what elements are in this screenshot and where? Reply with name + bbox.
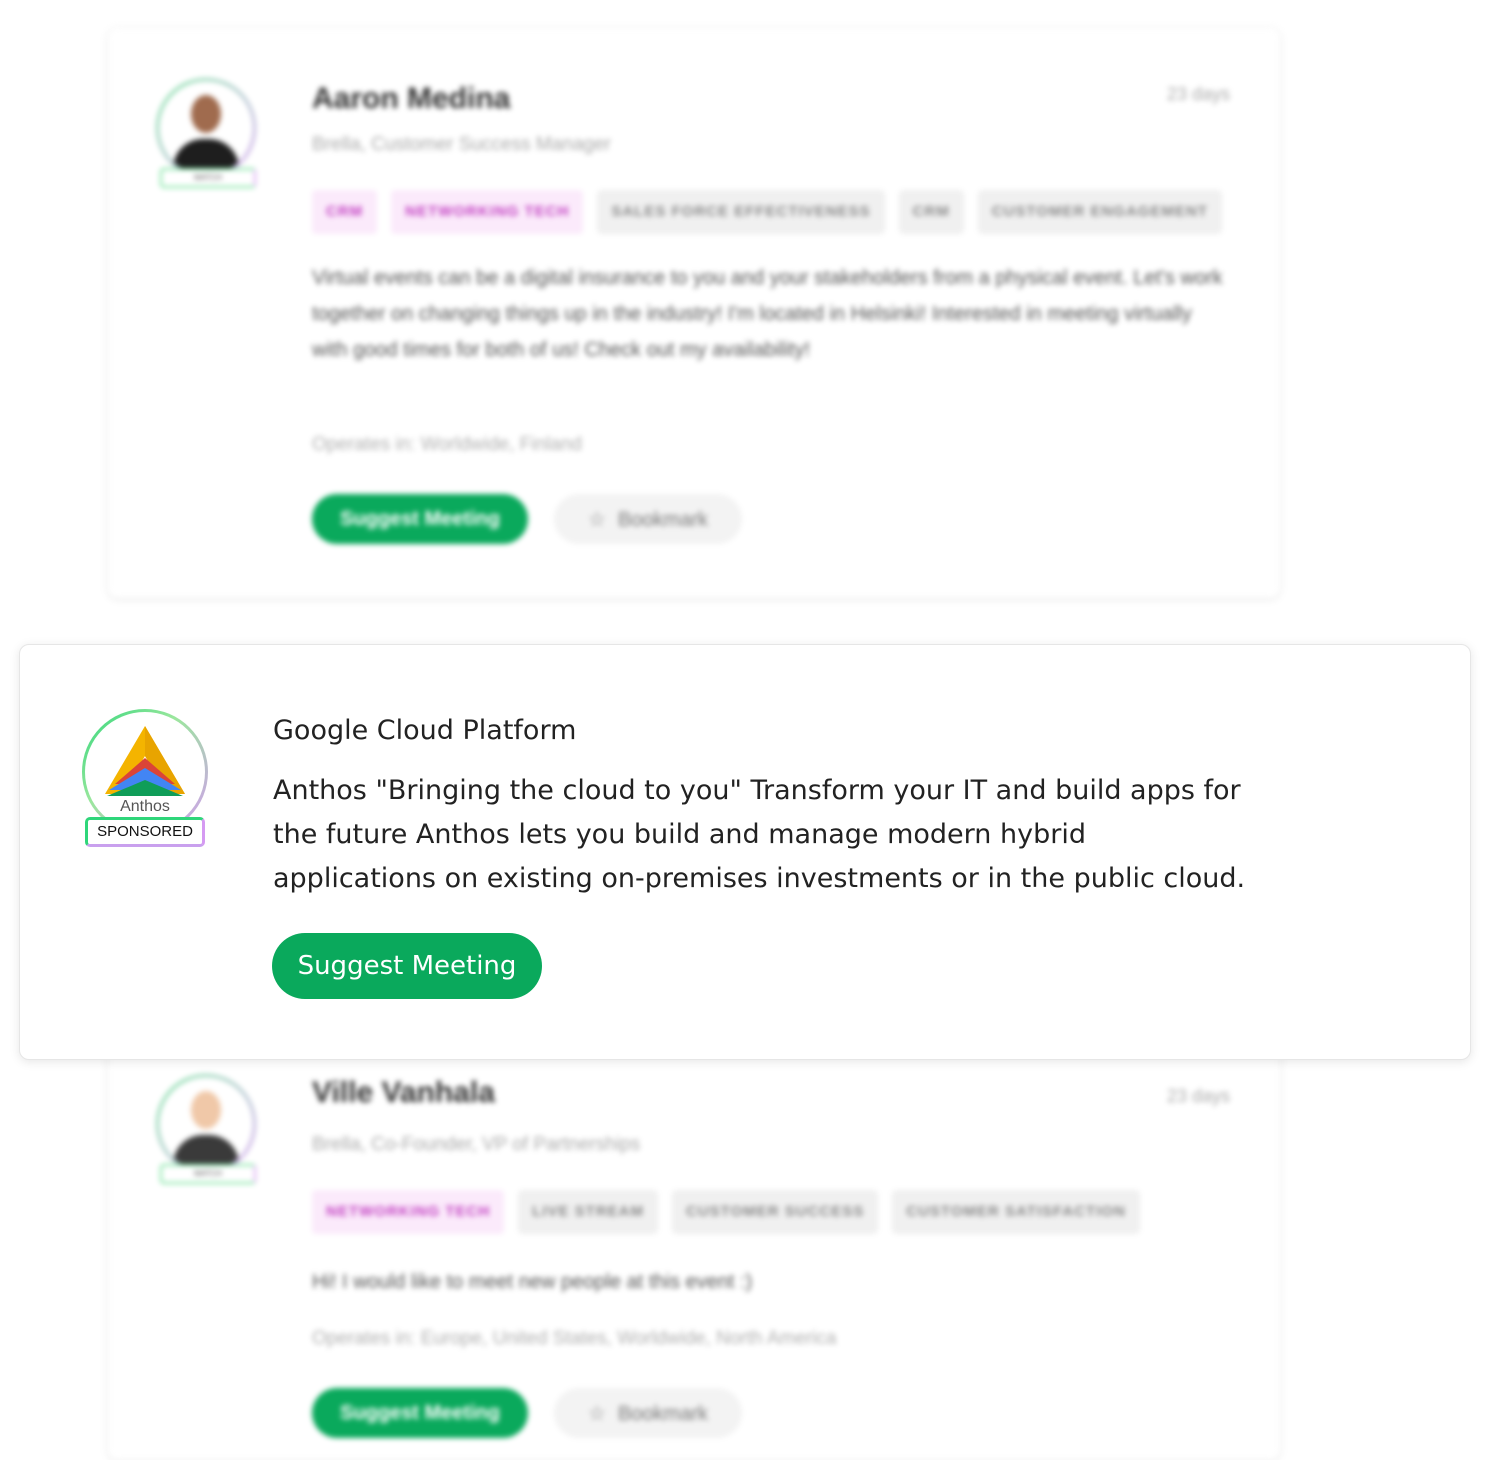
suggest-meeting-button[interactable]: Suggest Meeting: [272, 933, 542, 999]
profile-operates: Operates in: Europe, United States, Worl…: [312, 1328, 837, 1349]
sponsor-avatar[interactable]: Anthos SPONSORED: [82, 709, 208, 847]
profile-time: 23 days: [1166, 84, 1230, 104]
suggest-meeting-button[interactable]: Suggest Meeting: [312, 1388, 528, 1438]
tag: LIVE STREAM: [518, 1190, 659, 1234]
tag: CRM: [312, 190, 378, 234]
match-badge: MATCH: [160, 1164, 256, 1184]
avatar-ring: [156, 1074, 256, 1174]
avatar-photo: [159, 1077, 253, 1171]
profile-time: 23 days: [1166, 1086, 1230, 1106]
match-badge: MATCH: [160, 168, 256, 188]
avatar-photo: [159, 81, 253, 175]
sponsored-badge: SPONSORED: [85, 817, 205, 847]
tag: CUSTOMER ENGAGEMENT: [977, 190, 1222, 234]
profile-actions: Suggest Meeting ☆ Bookmark: [312, 1388, 742, 1438]
tag: NETWORKING TECH: [391, 190, 584, 234]
tag: NETWORKING TECH: [312, 1190, 505, 1234]
profile-actions: Suggest Meeting ☆ Bookmark: [312, 494, 742, 544]
avatar[interactable]: MATCH: [156, 78, 262, 194]
sponsored-card: Anthos SPONSORED Google Cloud Platform A…: [19, 644, 1471, 1060]
avatar[interactable]: MATCH: [156, 1074, 262, 1190]
sponsor-description: Anthos "Bringing the cloud to you" Trans…: [273, 775, 1246, 894]
bookmark-label: Bookmark: [617, 508, 708, 531]
tag: CUSTOMER SUCCESS: [672, 1190, 879, 1234]
profile-card: MATCH Ville Vanhala 23 days Brella, Co-F…: [108, 1020, 1280, 1460]
bookmark-label: Bookmark: [617, 1402, 708, 1425]
star-outline-icon: ☆: [588, 508, 606, 531]
sponsor-title[interactable]: Google Cloud Platform: [273, 715, 576, 746]
sponsor-logo-text: Anthos: [120, 798, 170, 815]
profile-operates: Operates in: Worldwide, Finland: [312, 434, 582, 455]
sponsor-logo-container: Anthos: [85, 712, 205, 832]
profile-bio: Virtual events can be a digital insuranc…: [312, 267, 1223, 361]
tag: CRM: [898, 190, 964, 234]
star-outline-icon: ☆: [588, 1402, 606, 1425]
suggest-meeting-button[interactable]: Suggest Meeting: [312, 494, 528, 544]
bookmark-button[interactable]: ☆ Bookmark: [554, 1388, 742, 1438]
tag: SALES FORCE EFFECTIVENESS: [597, 190, 885, 234]
tag: CUSTOMER SATISFACTION: [892, 1190, 1140, 1234]
profile-bio: Hi! I would like to meet new people at t…: [312, 1271, 753, 1293]
profile-role: Brella, Customer Success Manager: [312, 134, 611, 155]
profile-name[interactable]: Ville Vanhala: [312, 1076, 495, 1110]
bookmark-button[interactable]: ☆ Bookmark: [554, 494, 742, 544]
profile-role: Brella, Co-Founder, VP of Partnerships: [312, 1134, 641, 1155]
avatar-ring: [156, 78, 256, 178]
profile-card: MATCH Aaron Medina 23 days Brella, Custo…: [108, 28, 1280, 598]
tag-list: NETWORKING TECH LIVE STREAM CUSTOMER SUC…: [312, 1190, 1232, 1234]
tag-list: CRM NETWORKING TECH SALES FORCE EFFECTIV…: [312, 190, 1232, 234]
profile-name[interactable]: Aaron Medina: [312, 82, 510, 116]
anthos-logo-icon: [105, 726, 185, 796]
